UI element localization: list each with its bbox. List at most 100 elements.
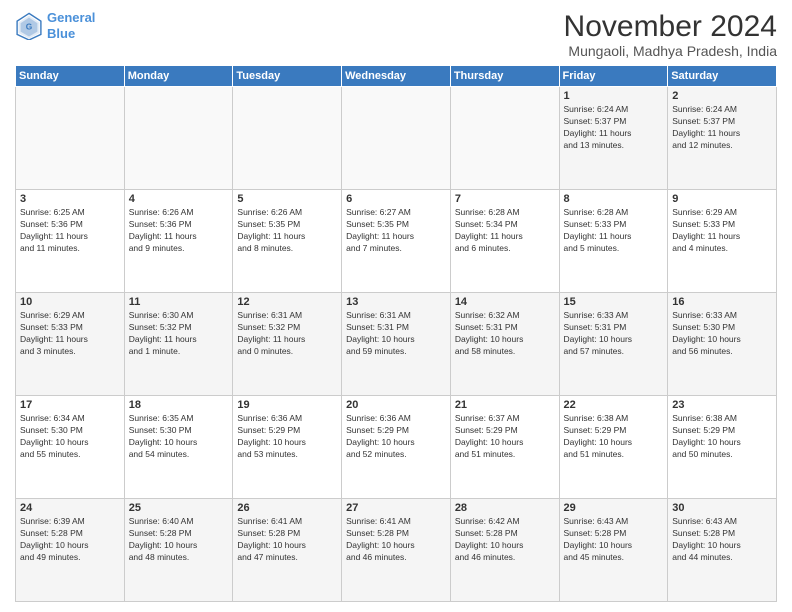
day-cell: 4 Sunrise: 6:26 AM Sunset: 5:36 PM Daylig… bbox=[124, 190, 233, 293]
logo: G General Blue bbox=[15, 10, 95, 41]
day-number: 15 bbox=[564, 296, 664, 308]
day-info: Sunrise: 6:26 AM Sunset: 5:36 PM Dayligh… bbox=[129, 207, 229, 255]
day-number: 28 bbox=[455, 502, 555, 514]
day-cell: 19 Sunrise: 6:36 AM Sunset: 5:29 PM Dayli… bbox=[233, 396, 342, 499]
day-cell bbox=[124, 87, 233, 190]
day-cell: 9Sunrise: 6:29 AM Sunset: 5:33 PM Daylig… bbox=[668, 190, 777, 293]
day-number: 14 bbox=[455, 296, 555, 308]
day-info: Sunrise: 6:29 AM Sunset: 5:33 PM Dayligh… bbox=[20, 310, 120, 358]
col-saturday: Saturday bbox=[668, 66, 777, 87]
day-info: Sunrise: 6:29 AM Sunset: 5:33 PM Dayligh… bbox=[672, 207, 772, 255]
day-cell: 10Sunrise: 6:29 AM Sunset: 5:33 PM Dayli… bbox=[16, 293, 125, 396]
day-cell: 14 Sunrise: 6:32 AM Sunset: 5:31 PM Dayli… bbox=[450, 293, 559, 396]
day-number: 19 bbox=[237, 399, 337, 411]
day-cell: 30 Sunrise: 6:43 AM Sunset: 5:28 PM Dayli… bbox=[668, 499, 777, 602]
day-number: 17 bbox=[20, 399, 120, 411]
day-number: 5 bbox=[237, 193, 337, 205]
day-info: Sunrise: 6:43 AM Sunset: 5:28 PM Dayligh… bbox=[564, 516, 664, 564]
svg-text:G: G bbox=[26, 21, 33, 31]
day-cell: 7Sunrise: 6:28 AM Sunset: 5:34 PM Daylig… bbox=[450, 190, 559, 293]
logo-icon: G bbox=[15, 12, 43, 40]
day-number: 4 bbox=[129, 193, 229, 205]
day-cell: 16 Sunrise: 6:33 AM Sunset: 5:30 PM Dayli… bbox=[668, 293, 777, 396]
day-info: Sunrise: 6:27 AM Sunset: 5:35 PM Dayligh… bbox=[346, 207, 446, 255]
day-info: Sunrise: 6:30 AM Sunset: 5:32 PM Dayligh… bbox=[129, 310, 229, 358]
day-info: Sunrise: 6:28 AM Sunset: 5:34 PM Dayligh… bbox=[455, 207, 555, 255]
day-info: Sunrise: 6:32 AM Sunset: 5:31 PM Dayligh… bbox=[455, 310, 555, 358]
day-info: Sunrise: 6:24 AM Sunset: 5:37 PM Dayligh… bbox=[564, 104, 664, 152]
day-cell: 29 Sunrise: 6:43 AM Sunset: 5:28 PM Dayli… bbox=[559, 499, 668, 602]
week-row-0: 1 Sunrise: 6:24 AM Sunset: 5:37 PM Daylig… bbox=[16, 87, 777, 190]
col-thursday: Thursday bbox=[450, 66, 559, 87]
logo-line1: General bbox=[47, 10, 95, 25]
day-number: 6 bbox=[346, 193, 446, 205]
day-cell bbox=[233, 87, 342, 190]
logo-line2: Blue bbox=[47, 26, 75, 41]
day-info: Sunrise: 6:41 AM Sunset: 5:28 PM Dayligh… bbox=[237, 516, 337, 564]
col-tuesday: Tuesday bbox=[233, 66, 342, 87]
col-sunday: Sunday bbox=[16, 66, 125, 87]
day-number: 20 bbox=[346, 399, 446, 411]
title-block: November 2024 Mungaoli, Madhya Pradesh, … bbox=[564, 10, 777, 59]
day-cell bbox=[450, 87, 559, 190]
day-info: Sunrise: 6:38 AM Sunset: 5:29 PM Dayligh… bbox=[564, 413, 664, 461]
day-number: 18 bbox=[129, 399, 229, 411]
day-cell: 22 Sunrise: 6:38 AM Sunset: 5:29 PM Dayli… bbox=[559, 396, 668, 499]
day-info: Sunrise: 6:43 AM Sunset: 5:28 PM Dayligh… bbox=[672, 516, 772, 564]
day-info: Sunrise: 6:38 AM Sunset: 5:29 PM Dayligh… bbox=[672, 413, 772, 461]
day-cell bbox=[342, 87, 451, 190]
col-monday: Monday bbox=[124, 66, 233, 87]
day-cell: 17Sunrise: 6:34 AM Sunset: 5:30 PM Dayli… bbox=[16, 396, 125, 499]
day-number: 2 bbox=[672, 90, 772, 102]
day-info: Sunrise: 6:37 AM Sunset: 5:29 PM Dayligh… bbox=[455, 413, 555, 461]
logo-text: General Blue bbox=[47, 10, 95, 41]
day-number: 23 bbox=[672, 399, 772, 411]
day-cell: 27Sunrise: 6:41 AM Sunset: 5:28 PM Dayli… bbox=[342, 499, 451, 602]
day-number: 12 bbox=[237, 296, 337, 308]
week-row-4: 24Sunrise: 6:39 AM Sunset: 5:28 PM Dayli… bbox=[16, 499, 777, 602]
week-row-3: 17Sunrise: 6:34 AM Sunset: 5:30 PM Dayli… bbox=[16, 396, 777, 499]
day-number: 21 bbox=[455, 399, 555, 411]
day-number: 16 bbox=[672, 296, 772, 308]
day-number: 29 bbox=[564, 502, 664, 514]
day-info: Sunrise: 6:31 AM Sunset: 5:31 PM Dayligh… bbox=[346, 310, 446, 358]
day-cell: 25Sunrise: 6:40 AM Sunset: 5:28 PM Dayli… bbox=[124, 499, 233, 602]
calendar-table: Sunday Monday Tuesday Wednesday Thursday… bbox=[15, 65, 777, 602]
day-number: 13 bbox=[346, 296, 446, 308]
day-info: Sunrise: 6:26 AM Sunset: 5:35 PM Dayligh… bbox=[237, 207, 337, 255]
day-info: Sunrise: 6:31 AM Sunset: 5:32 PM Dayligh… bbox=[237, 310, 337, 358]
day-number: 22 bbox=[564, 399, 664, 411]
day-cell: 2Sunrise: 6:24 AM Sunset: 5:37 PM Daylig… bbox=[668, 87, 777, 190]
day-cell: 5 Sunrise: 6:26 AM Sunset: 5:35 PM Daylig… bbox=[233, 190, 342, 293]
day-number: 3 bbox=[20, 193, 120, 205]
location: Mungaoli, Madhya Pradesh, India bbox=[564, 43, 777, 59]
day-info: Sunrise: 6:25 AM Sunset: 5:36 PM Dayligh… bbox=[20, 207, 120, 255]
day-cell: 1 Sunrise: 6:24 AM Sunset: 5:37 PM Daylig… bbox=[559, 87, 668, 190]
col-friday: Friday bbox=[559, 66, 668, 87]
day-info: Sunrise: 6:40 AM Sunset: 5:28 PM Dayligh… bbox=[129, 516, 229, 564]
week-row-1: 3 Sunrise: 6:25 AM Sunset: 5:36 PM Daylig… bbox=[16, 190, 777, 293]
day-info: Sunrise: 6:33 AM Sunset: 5:30 PM Dayligh… bbox=[672, 310, 772, 358]
day-info: Sunrise: 6:39 AM Sunset: 5:28 PM Dayligh… bbox=[20, 516, 120, 564]
day-info: Sunrise: 6:36 AM Sunset: 5:29 PM Dayligh… bbox=[237, 413, 337, 461]
day-info: Sunrise: 6:28 AM Sunset: 5:33 PM Dayligh… bbox=[564, 207, 664, 255]
month-title: November 2024 bbox=[564, 10, 777, 43]
day-number: 1 bbox=[564, 90, 664, 102]
day-cell: 8 Sunrise: 6:28 AM Sunset: 5:33 PM Daylig… bbox=[559, 190, 668, 293]
day-cell: 28 Sunrise: 6:42 AM Sunset: 5:28 PM Dayli… bbox=[450, 499, 559, 602]
day-info: Sunrise: 6:35 AM Sunset: 5:30 PM Dayligh… bbox=[129, 413, 229, 461]
header: G General Blue November 2024 Mungaoli, M… bbox=[15, 10, 777, 59]
day-number: 8 bbox=[564, 193, 664, 205]
col-wednesday: Wednesday bbox=[342, 66, 451, 87]
day-cell: 6 Sunrise: 6:27 AM Sunset: 5:35 PM Daylig… bbox=[342, 190, 451, 293]
day-info: Sunrise: 6:33 AM Sunset: 5:31 PM Dayligh… bbox=[564, 310, 664, 358]
day-cell: 20Sunrise: 6:36 AM Sunset: 5:29 PM Dayli… bbox=[342, 396, 451, 499]
day-number: 11 bbox=[129, 296, 229, 308]
day-cell: 12 Sunrise: 6:31 AM Sunset: 5:32 PM Dayli… bbox=[233, 293, 342, 396]
day-number: 30 bbox=[672, 502, 772, 514]
day-cell bbox=[16, 87, 125, 190]
day-cell: 24Sunrise: 6:39 AM Sunset: 5:28 PM Dayli… bbox=[16, 499, 125, 602]
header-row: Sunday Monday Tuesday Wednesday Thursday… bbox=[16, 66, 777, 87]
day-info: Sunrise: 6:42 AM Sunset: 5:28 PM Dayligh… bbox=[455, 516, 555, 564]
day-number: 27 bbox=[346, 502, 446, 514]
